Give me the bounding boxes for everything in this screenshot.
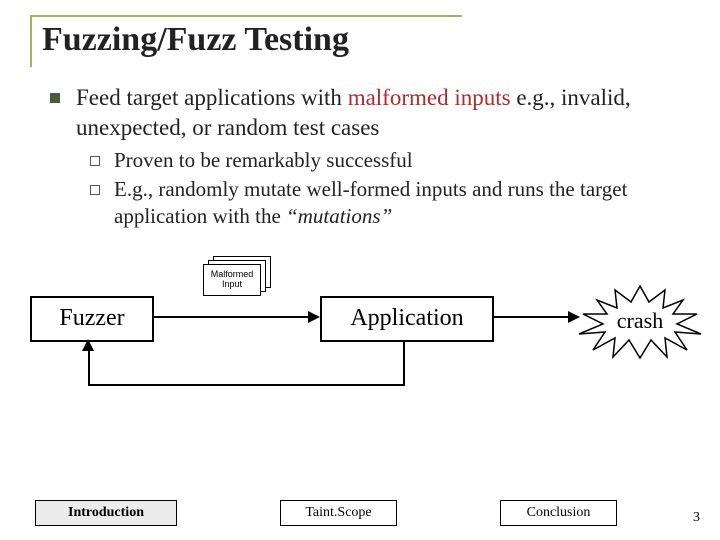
title-box: Fuzzing/Fuzz Testing	[30, 15, 462, 67]
hollow-square-bullet-icon	[90, 185, 100, 195]
sub2-text: E.g., randomly mutate well-formed inputs…	[114, 176, 690, 231]
crash-burst: crash	[575, 284, 705, 359]
bullet1-text: Feed target applications with malformed …	[76, 83, 690, 143]
application-node: Application	[320, 296, 494, 342]
sub2-mutations: “mutations”	[286, 204, 392, 228]
bullet1-pre: Feed target applications with	[76, 85, 348, 110]
tab-conclusion[interactable]: Conclusion	[500, 500, 617, 526]
bullet-level1: Feed target applications with malformed …	[50, 83, 690, 143]
arrow-line	[152, 316, 310, 318]
bullet1-malformed: malformed inputs	[348, 85, 511, 110]
sub1-text: Proven to be remarkably successful	[114, 147, 413, 174]
arrow-line	[88, 384, 405, 386]
crash-label: crash	[575, 284, 705, 359]
malformed-input-stack: Malformed Input	[203, 256, 271, 296]
page-number: 3	[693, 510, 700, 526]
bullet-level2-2: E.g., randomly mutate well-formed inputs…	[90, 176, 690, 231]
fuzz-diagram: Malformed Input Fuzzer Application crash	[30, 256, 690, 406]
arrow-line	[88, 350, 90, 386]
arrow-head-icon	[308, 311, 320, 323]
bullet-level2-1: Proven to be remarkably successful	[90, 147, 690, 174]
arrow-line	[492, 316, 570, 318]
arrow-line	[403, 340, 405, 386]
fuzzer-node: Fuzzer	[30, 296, 154, 342]
hollow-square-bullet-icon	[90, 156, 100, 166]
tab-taintscope[interactable]: Taint.Scope	[280, 500, 397, 526]
arrow-head-up-icon	[82, 339, 94, 351]
stack-card-front: Malformed Input	[203, 264, 261, 296]
footer-tabs: Introduction Taint.Scope Conclusion 3	[30, 500, 700, 528]
slide-title: Fuzzing/Fuzz Testing	[42, 21, 462, 59]
tab-introduction[interactable]: Introduction	[35, 500, 177, 526]
square-bullet-icon	[50, 93, 60, 103]
